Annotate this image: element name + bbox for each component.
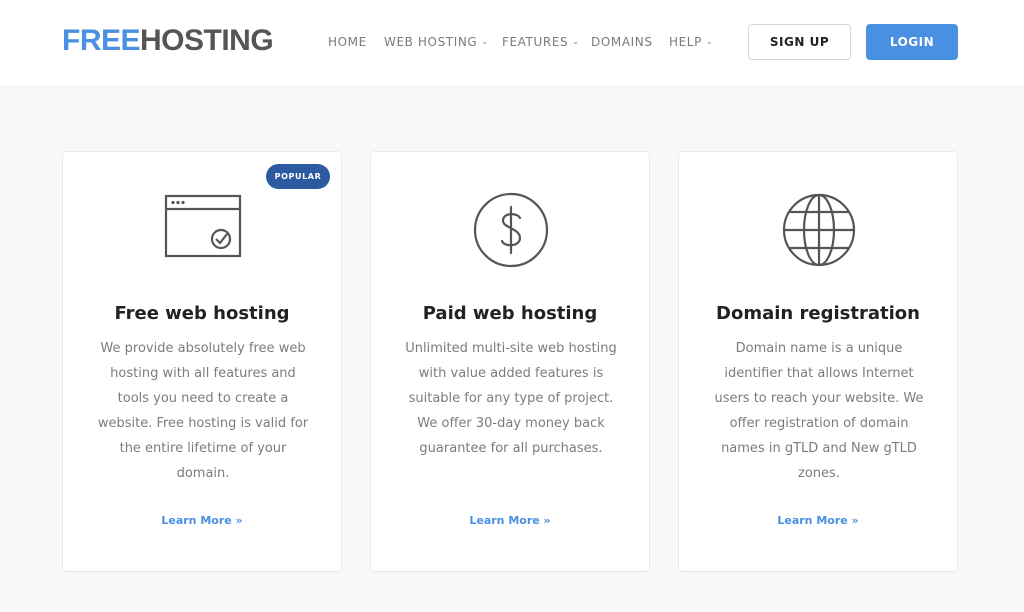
nav-home-label: HOME: [328, 35, 367, 49]
site-logo[interactable]: FREEHOSTING: [62, 24, 274, 58]
chevron-down-icon: ⌄: [481, 37, 489, 46]
signup-button[interactable]: SIGN UP: [748, 24, 851, 60]
card-description: We provide absolutely free web hosting w…: [97, 341, 309, 481]
learn-more-link[interactable]: Learn More »: [371, 514, 649, 528]
logo-part-hosting: HOSTING: [140, 24, 274, 57]
login-button[interactable]: LOGIN: [866, 24, 958, 60]
nav-features[interactable]: FEATURES ⌄: [502, 34, 580, 50]
card-paid-hosting: Paid web hosting Unlimited multi-site we…: [370, 151, 650, 572]
card-domain-registration: Domain registration Domain name is a uni…: [678, 151, 958, 572]
nav-domains[interactable]: DOMAINS: [591, 34, 653, 50]
learn-more-link[interactable]: Learn More »: [679, 514, 957, 528]
site-header: FREEHOSTING HOME WEB HOSTING ⌄ FEATURES ⌄ …: [0, 0, 1024, 85]
nav-domains-label: DOMAINS: [591, 35, 653, 49]
dollar-coin-icon: [473, 192, 549, 268]
nav-help-label: HELP: [669, 35, 702, 49]
nav-features-label: FEATURES: [502, 35, 569, 49]
card-description: Domain name is a unique identifier that …: [714, 341, 924, 481]
globe-icon: [782, 193, 856, 267]
popular-badge: POPULAR: [266, 164, 330, 189]
logo-part-free: FREE: [62, 24, 141, 57]
card-description: Unlimited multi-site web hosting with va…: [405, 341, 617, 456]
chevron-down-icon: ⌄: [705, 37, 714, 46]
browser-check-icon: [164, 194, 242, 258]
card-free-hosting: POPULAR Free web hosting We provide abso…: [62, 151, 342, 572]
chevron-down-icon: ⌄: [572, 37, 580, 46]
card-title: Free web hosting: [114, 303, 290, 324]
nav-web-hosting-label: WEB HOSTING: [384, 35, 478, 49]
nav-web-hosting[interactable]: WEB HOSTING ⌄: [384, 34, 489, 50]
nav-help[interactable]: HELP ⌄: [669, 34, 713, 50]
card-title: Paid web hosting: [422, 303, 598, 324]
nav-home[interactable]: HOME: [328, 34, 367, 50]
card-title: Domain registration: [716, 303, 920, 324]
learn-more-link[interactable]: Learn More »: [63, 514, 341, 528]
